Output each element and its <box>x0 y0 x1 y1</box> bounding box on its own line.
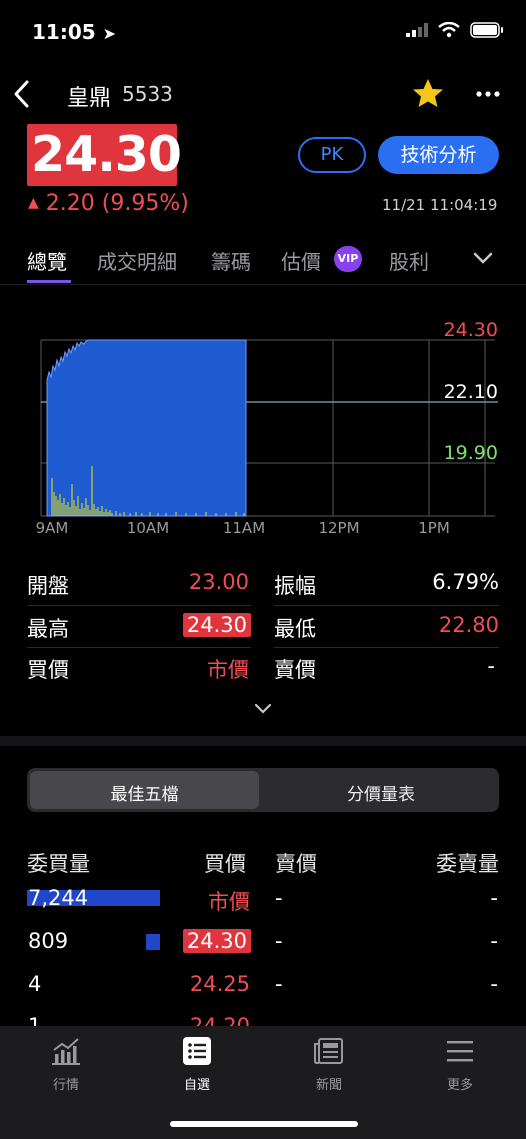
tabbar-label: 新聞 <box>315 1078 342 1093</box>
list-icon <box>183 1037 211 1065</box>
signal-icon <box>406 23 428 37</box>
stat-label-high: 最高 <box>27 617 69 641</box>
x-label-12pm: 12PM <box>318 519 359 537</box>
stat-label-bid: 買價 <box>27 658 69 682</box>
header-ask-qty: 委賣量 <box>436 852 499 876</box>
tab-valuation[interactable]: 估價 <box>281 246 321 275</box>
tabbar-item-watchlist[interactable]: 自選 <box>157 1036 237 1093</box>
header-bid: 買價 <box>204 852 246 876</box>
ask-qty: - <box>490 929 498 953</box>
bid-qty: 4 <box>28 972 42 996</box>
tabbar-item-market[interactable]: 行情 <box>26 1036 106 1093</box>
tabs-divider <box>0 284 526 285</box>
x-label-1pm: 1PM <box>418 519 450 537</box>
stat-value-ask: - <box>487 654 495 678</box>
stat-value-low: 22.80 <box>438 613 499 637</box>
status-icons <box>406 22 504 38</box>
bid-volume-bar <box>146 934 160 950</box>
menu-icon <box>447 1041 473 1062</box>
header-bid-qty: 委買量 <box>27 852 90 876</box>
divider <box>274 647 499 648</box>
more-icon[interactable] <box>474 80 502 108</box>
header-ask: 賣價 <box>275 852 317 876</box>
expand-chevron-icon[interactable] <box>252 700 274 718</box>
x-label-10am: 10AM <box>127 519 169 537</box>
news-icon <box>314 1038 343 1064</box>
ask-qty: - <box>490 972 498 996</box>
up-triangle-icon: ▲ <box>28 195 39 211</box>
favorite-star-icon[interactable] <box>410 76 446 112</box>
section-separator <box>0 736 526 746</box>
status-time: 11:05 ➤ <box>32 20 117 44</box>
segment-price-volume[interactable]: 分價量表 <box>265 780 497 805</box>
tab-dividend[interactable]: 股利 <box>389 246 429 275</box>
bid-price: 市價 <box>208 890 250 914</box>
ask-price: - <box>275 929 283 953</box>
stock-name: 皇鼎 <box>67 86 112 111</box>
price-change: ▲ 2.20 (9.95%) <box>28 191 189 216</box>
x-label-9am: 9AM <box>36 519 69 537</box>
stat-label-ask: 賣價 <box>274 658 316 682</box>
current-price: 24.30 <box>27 124 182 186</box>
divider <box>27 605 251 606</box>
intraday-chart[interactable]: 24.30 22.10 19.90 9AM 10AM 11AM 12PM 1PM <box>0 290 526 540</box>
tabbar-item-news[interactable]: 新聞 <box>289 1036 369 1093</box>
home-indicator <box>170 1121 358 1127</box>
stats-row-bid: 買價 市價 賣價 - <box>27 654 499 694</box>
y-label-ref: 22.10 <box>444 381 498 403</box>
quote-datetime: 11/21 11:04:19 <box>382 196 498 214</box>
technical-analysis-button[interactable]: 技術分析 <box>378 136 499 174</box>
bid-price: 24.20 <box>189 1014 250 1026</box>
orderbook-row[interactable]: 4 24.25 - - <box>0 970 526 1010</box>
stat-label-open: 開盤 <box>27 574 69 598</box>
tab-underline <box>27 280 71 283</box>
tabbar-label: 自選 <box>183 1078 210 1093</box>
stat-value-bid: 市價 <box>207 658 249 682</box>
chart-icon <box>52 1038 80 1065</box>
battery-icon <box>470 22 503 38</box>
tab-overview[interactable]: 總覽 <box>27 246 67 275</box>
ask-price: - <box>275 972 283 996</box>
y-label-low: 19.90 <box>444 442 498 464</box>
divider <box>274 605 499 606</box>
tab-trade-details[interactable]: 成交明細 <box>97 246 177 275</box>
tabbar-item-more[interactable]: 更多 <box>420 1036 500 1093</box>
back-button[interactable] <box>10 78 34 110</box>
tab-chips[interactable]: 籌碼 <box>211 246 251 275</box>
pk-button[interactable]: PK <box>298 137 366 173</box>
orderbook-row[interactable]: 809 24.30 - - <box>0 927 526 967</box>
stat-value-high: 24.30 <box>182 613 251 637</box>
bid-qty: 7,244 <box>28 886 89 910</box>
ask-price: - <box>275 886 283 910</box>
wifi-icon <box>438 22 460 38</box>
stat-value-amplitude: 6.79% <box>432 570 499 594</box>
orderbook-row[interactable]: 1 24.20 <box>0 1012 526 1026</box>
orderbook-row[interactable]: 7,244 市價 - - <box>0 884 526 924</box>
bid-qty: 1 <box>28 1014 42 1026</box>
chevron-down-icon[interactable] <box>472 248 494 268</box>
vip-badge: VIP <box>334 246 362 272</box>
x-label-11am: 11AM <box>223 519 265 537</box>
bid-price: 24.30 <box>182 929 251 953</box>
divider <box>27 647 251 648</box>
y-label-high: 24.30 <box>444 319 498 341</box>
bid-qty: 809 <box>28 929 69 953</box>
stat-label-low: 最低 <box>274 617 316 641</box>
bid-price: 24.25 <box>189 972 250 996</box>
stat-label-amplitude: 振幅 <box>274 574 316 598</box>
tabbar-label: 更多 <box>446 1078 473 1093</box>
location-arrow-icon: ➤ <box>102 24 117 43</box>
ask-qty: - <box>490 886 498 910</box>
tabbar-label: 行情 <box>52 1078 79 1093</box>
price-area <box>46 339 247 517</box>
stat-value-open: 23.00 <box>188 570 249 594</box>
segment-best-five-label: 最佳五檔 <box>110 785 179 805</box>
stats-row-open: 開盤 23.00 振幅 6.79% <box>27 570 499 610</box>
stock-code: 5533 <box>122 82 173 106</box>
